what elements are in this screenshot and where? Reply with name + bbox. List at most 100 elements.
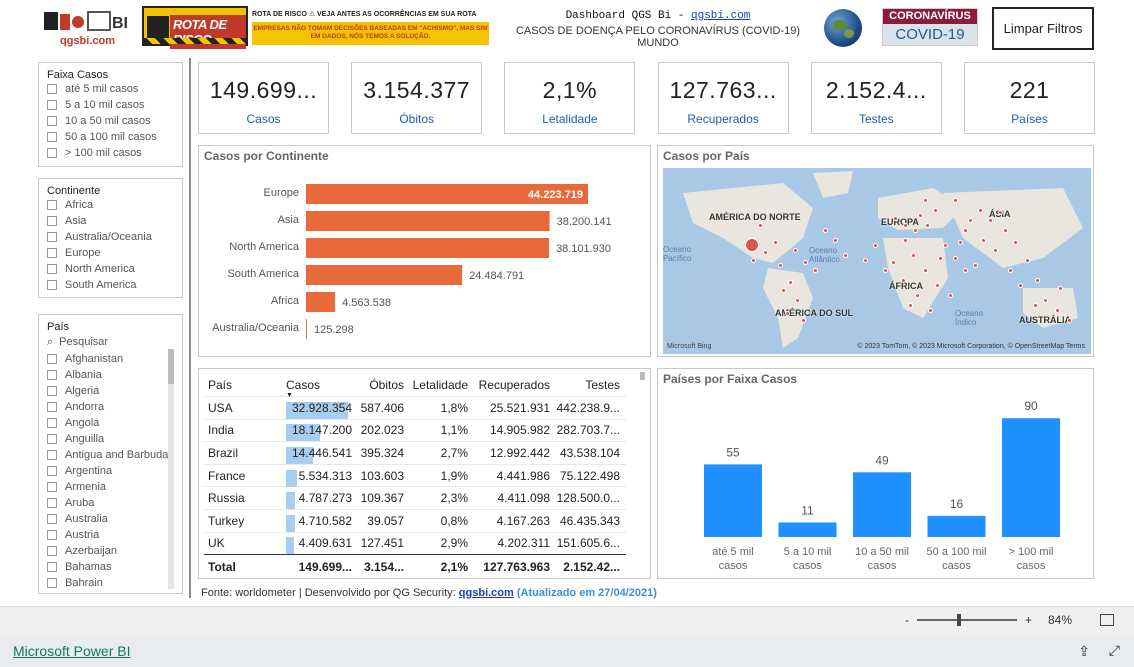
map-dot[interactable] [795, 298, 800, 303]
pais-option[interactable]: Anguilla [39, 431, 182, 447]
fit-to-page-icon[interactable] [1100, 614, 1114, 626]
powerbi-link[interactable]: Microsoft Power BI [13, 643, 130, 659]
col-casos[interactable]: Casos ▼ [282, 378, 352, 399]
checkbox[interactable] [47, 216, 57, 226]
map-dot[interactable] [923, 198, 928, 203]
faixa-bar[interactable] [1002, 418, 1060, 537]
faixa-option[interactable]: até 5 mil casos [39, 81, 182, 97]
map-dot[interactable] [781, 288, 786, 293]
map-dot[interactable] [928, 308, 933, 313]
map-dot[interactable] [981, 238, 986, 243]
checkbox[interactable] [47, 264, 57, 274]
map-attribution[interactable]: © 2023 TomTom, © 2023 Microsoft Corporat… [857, 343, 1085, 350]
checkbox[interactable] [47, 450, 57, 460]
table-row[interactable]: India 18.147.200 202.023 1,1% 14.905.982 282.… [204, 418, 626, 442]
map-dot[interactable] [788, 280, 793, 285]
map-dot[interactable] [891, 260, 896, 265]
map-dot[interactable] [751, 258, 756, 263]
pais-option[interactable]: Argentina [39, 463, 182, 479]
map-dot[interactable] [833, 238, 838, 243]
faixa-option[interactable]: 5 a 10 mil casos [39, 97, 182, 113]
checkbox[interactable] [47, 482, 57, 492]
map-dot[interactable] [1055, 308, 1060, 313]
checkbox[interactable] [47, 466, 57, 476]
map-dot[interactable] [923, 268, 928, 273]
faixa-bar[interactable] [927, 515, 986, 537]
table-row[interactable]: Brazil 14.446.541 395.324 2,7% 12.992.442 43.… [204, 441, 626, 464]
map-dot[interactable] [1067, 318, 1072, 323]
checkbox[interactable] [47, 530, 57, 540]
map-dot[interactable] [801, 318, 806, 323]
dashboard-title-link[interactable]: qgsbi.com [691, 10, 750, 22]
table-row[interactable]: France 5.534.313 103.603 1,9% 4.441.986 75.12… [204, 463, 626, 487]
world-map[interactable]: AMÉRICA DO NORTE EUROPA ÁSIA ÁFRICA AMÉR… [663, 168, 1091, 354]
map-dot[interactable] [745, 238, 759, 252]
pais-option[interactable]: Austria [39, 527, 182, 543]
checkbox[interactable] [47, 116, 57, 126]
map-dot[interactable] [883, 268, 888, 273]
pais-option[interactable]: Azerbaijan [39, 543, 182, 559]
col-obitos[interactable]: Óbitos [352, 378, 404, 392]
clear-filters-button[interactable]: Limpar Filtros [992, 7, 1094, 50]
col-letalidade[interactable]: Letalidade [404, 378, 468, 392]
pais-scroll-thumb[interactable] [168, 349, 174, 384]
continente-option[interactable]: Asia [39, 213, 182, 229]
map-dot[interactable] [998, 210, 1003, 215]
map-dot[interactable] [901, 278, 906, 283]
checkbox[interactable] [47, 498, 57, 508]
checkbox[interactable] [47, 578, 57, 588]
pais-scrollbar[interactable] [168, 349, 174, 589]
map-dot[interactable] [813, 268, 818, 273]
map-dot[interactable] [1018, 283, 1023, 288]
checkbox[interactable] [47, 132, 57, 142]
zoom-slider[interactable] [916, 614, 1017, 626]
map-dot[interactable] [1043, 298, 1048, 303]
pais-option[interactable]: Afghanistan [39, 351, 182, 367]
pais-option[interactable]: Algeria [39, 383, 182, 399]
pais-option[interactable]: Andorra [39, 399, 182, 415]
source-link[interactable]: qgsbi.com [459, 587, 514, 599]
continente-option[interactable]: North America [39, 261, 182, 277]
map-dot[interactable] [758, 223, 763, 228]
checkbox[interactable] [47, 200, 57, 210]
faixa-option[interactable]: 10 a 50 mil casos [39, 113, 182, 129]
map-dot[interactable] [953, 256, 958, 261]
map-dot[interactable] [893, 216, 898, 221]
map-dot[interactable] [785, 311, 790, 316]
map-dot[interactable] [958, 240, 963, 245]
checkbox[interactable] [47, 354, 57, 364]
pais-option[interactable]: Armenia [39, 479, 182, 495]
map-dot[interactable] [938, 256, 943, 261]
map-dot[interactable] [933, 208, 938, 213]
pais-option[interactable]: Albania [39, 367, 182, 383]
map-dot[interactable] [1025, 258, 1030, 263]
map-dot[interactable] [763, 250, 768, 255]
map-dot[interactable] [911, 253, 916, 258]
faixa-option[interactable]: > 100 mil casos [39, 145, 182, 161]
checkbox[interactable] [47, 546, 57, 556]
map-dot[interactable] [1058, 286, 1063, 291]
faixa-bar[interactable] [853, 472, 911, 537]
map-dot[interactable] [778, 263, 783, 268]
map-dot[interactable] [823, 228, 828, 233]
map-dot[interactable] [925, 223, 930, 228]
map-dot[interactable] [918, 213, 923, 218]
faixa-option[interactable]: 50 a 100 mil casos [39, 129, 182, 145]
map-dot[interactable] [903, 223, 908, 228]
map-dot[interactable] [793, 248, 798, 253]
pais-option[interactable]: Bahrain [39, 575, 182, 591]
continent-bar[interactable] [306, 211, 550, 231]
pais-option[interactable]: Angola [39, 415, 182, 431]
map-dot[interactable] [915, 293, 920, 298]
checkbox[interactable] [47, 370, 57, 380]
pais-option[interactable]: Antigua and Barbuda [39, 447, 182, 463]
map-dot[interactable] [1013, 240, 1018, 245]
map-dot[interactable] [863, 258, 868, 263]
map-dot[interactable] [773, 240, 778, 245]
checkbox[interactable] [47, 148, 57, 158]
map-dot[interactable] [963, 228, 968, 233]
zoom-slider-knob[interactable] [956, 614, 961, 626]
continente-option[interactable]: Australia/Oceania [39, 229, 182, 245]
checkbox[interactable] [47, 84, 57, 94]
zoom-out-button[interactable]: - [905, 613, 909, 627]
